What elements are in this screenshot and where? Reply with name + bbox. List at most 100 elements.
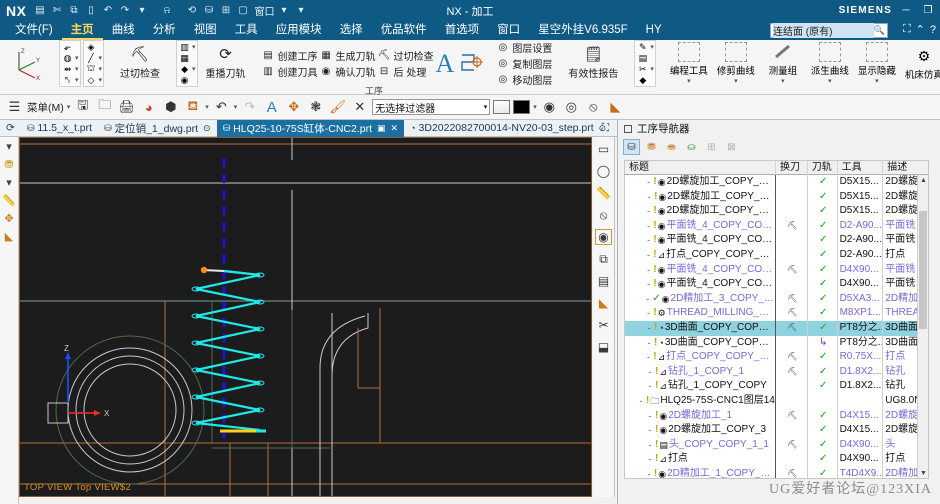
caret-icon[interactable]: ▾ (205, 103, 209, 111)
menu-item-tools[interactable]: 工具 (226, 21, 267, 40)
caret-icon[interactable]: ▾ (75, 76, 79, 84)
tree-row-title-cell[interactable]: -!⊿钻孔_1_COPY_COPY (625, 379, 776, 394)
annotation-icon[interactable]: A (262, 98, 281, 117)
tree-row-title-cell[interactable]: -!◔3D曲面_COPY_COPY_... (625, 336, 776, 351)
search-icon[interactable]: 🔍 (874, 25, 885, 36)
caret-down-icon[interactable]: ▾ (1, 175, 17, 190)
delete-object-icon[interactable]: ⊠ (723, 139, 740, 155)
expander-icon[interactable]: - (645, 190, 653, 205)
close-icon[interactable]: ✕ (391, 123, 399, 134)
select-filter-dropdown[interactable]: 无选择过滤器 ▾ (372, 99, 490, 115)
save-icon[interactable]: 🖫 (73, 98, 92, 117)
expander-icon[interactable]: - (645, 467, 653, 479)
tree-body[interactable]: -!◉2D螺旋加工_COPY_CO...✓D5X15...2D螺旋⌃-!◉2D螺… (624, 175, 929, 479)
tree-row[interactable]: -!⊿钻孔_1_COPY_COPY✓D1.8X2...钻孔 (625, 379, 928, 394)
program-order-view-icon[interactable]: ⛁ (623, 139, 640, 155)
expander-icon[interactable]: - (645, 248, 652, 263)
expander-icon[interactable]: - (645, 175, 653, 190)
tree-row-title-cell[interactable]: -!⊿打点 (625, 452, 776, 467)
caret-icon[interactable]: ▾ (75, 54, 79, 62)
color-swatch[interactable] (513, 100, 530, 114)
create-operation-button[interactable]: ▤ 创建工序 (262, 48, 318, 63)
replay-icon-stack[interactable]: ▥▾ ▦ ◆▾ ◉ (176, 40, 198, 87)
measure-icon[interactable]: 📏 (1, 193, 17, 208)
diamond-icon[interactable]: ◆ (636, 75, 649, 85)
move-object-icon[interactable]: ✥ (1, 211, 17, 226)
expander-icon[interactable]: - (645, 263, 652, 278)
caret-icon[interactable]: ▾ (650, 43, 654, 51)
annotation-icon[interactable]: A (436, 50, 455, 78)
menu-item-view[interactable]: 视图 (185, 21, 226, 40)
tree-row[interactable]: -!◉2D螺旋加工_1⛏✓D4X15...2D螺旋 (625, 409, 928, 424)
tree-row-title-cell[interactable]: -!◉平面铣_4_COPY_COPY... (625, 277, 776, 292)
edit-pen-icon[interactable]: ✎ (636, 42, 649, 52)
tree-row[interactable]: -!🗀HLQ25-75S-CNC1图层14UG8.0N (625, 394, 928, 409)
quick-access-caret-icon[interactable]: ▾ (134, 3, 149, 18)
chevron-down-icon[interactable]: ▾ (781, 77, 785, 85)
color-caret-icon[interactable]: ▾ (533, 103, 537, 111)
undo-icon[interactable]: ↶ (212, 98, 231, 117)
tree-row[interactable]: -!◉2D螺旋加工_COPY_CO...✓D5X15...2D螺旋⌃ (625, 175, 928, 190)
tree-row-title-cell[interactable]: -!◉2D螺旋加工_COPY_3 (625, 423, 776, 438)
expander-icon[interactable]: - (645, 233, 652, 248)
journal-icon[interactable]: ⛁ (201, 3, 216, 18)
tree-row[interactable]: -!◉2D螺旋加工_COPY_1_...✓D5X15...2D螺旋 (625, 190, 928, 205)
copy-layer-button[interactable]: ◎ 复制图层 (496, 56, 552, 71)
tree-row-title-cell[interactable]: -!◉2D螺旋加工_COPY_CO... (625, 175, 776, 190)
chevron-down-icon[interactable]: ▾ (687, 77, 691, 85)
tree-row-title-cell[interactable]: -✓◉2D精加工_3_COPY_CO... (625, 292, 776, 307)
add-object-icon[interactable]: ⊞ (703, 139, 720, 155)
layer-settings-button[interactable]: ◎ 图层设置 (496, 40, 552, 55)
scissors-icon[interactable]: ✂ (595, 317, 612, 333)
misc-icon-stack[interactable]: ✎▾ ▤ ✂▾ ◆ (634, 40, 656, 87)
move-face-icon[interactable]: ◣ (606, 98, 625, 117)
collapse-ribbon-icon[interactable]: ⌃ (916, 23, 925, 36)
tree-row[interactable]: -!◉平面铣_4_COPY_COPY...✓D4X90...平面铣 (625, 277, 928, 292)
tree-row[interactable]: -!◔3D曲面_COPY_COPY_...⛏✓PT8分之...3D曲面 (625, 321, 928, 336)
menu-item-preferences[interactable]: 首选项 (436, 21, 489, 40)
expander-icon[interactable]: - (645, 219, 652, 234)
face-select-icon[interactable]: ◣ (1, 229, 17, 244)
generate-toolpath-button[interactable]: ▦ 生成刀轨 (320, 48, 376, 63)
document-tab-3-active[interactable]: ⛁ HLQ25-10-75S缸体-CNC2.prt ▣ ✕ (217, 120, 405, 137)
scroll-thumb[interactable] (919, 211, 927, 329)
window-tile-icon[interactable]: ⊞ (218, 3, 233, 18)
tree-row-title-cell[interactable]: -!◉2D螺旋加工_1 (625, 409, 776, 424)
redo-icon[interactable]: ↷ (240, 98, 259, 117)
part-navigator-icon[interactable]: ⛃ (1, 157, 17, 172)
menu-item-analysis[interactable]: 分析 (144, 21, 185, 40)
column-header-toolpath[interactable]: 刀轨 (808, 160, 838, 175)
wcs-display-icon[interactable]: ◉ (540, 98, 559, 117)
tree-row-title-cell[interactable]: -!◉平面铣_4_COPY_COPY... (625, 263, 776, 278)
line-icon[interactable]: ╱ (85, 53, 98, 63)
expander-icon[interactable]: - (645, 336, 653, 351)
machine-simulation-button[interactable]: ⚙ 机床仿真 (901, 46, 940, 81)
scroll-up-icon[interactable]: ▲ (918, 175, 929, 186)
validity-report-button[interactable]: 🗒 有效性报告 (562, 41, 624, 86)
menu-item-curve[interactable]: 曲线 (103, 21, 144, 40)
document-tab-2[interactable]: ⛁ 定位销_1_dwg.prt ⊙ (98, 120, 217, 137)
caret-up-icon[interactable]: ▾ (1, 139, 17, 154)
menu-label[interactable]: 菜单(M) (27, 100, 64, 115)
tree-row-title-cell[interactable]: -!⊿钻孔_1_COPY_1 (625, 365, 776, 380)
tree-row-title-cell[interactable]: -!◉2D精加工_1_COPY_1_... (625, 467, 776, 479)
geometry-icon-stack-b[interactable]: ◈ ╱▾ ⛫▾ ◇▾ (83, 40, 105, 87)
layer-swatch[interactable] (493, 100, 510, 114)
extrude-icon[interactable]: ⇴ (61, 64, 74, 74)
menu-item-youpin[interactable]: 优品软件 (372, 21, 436, 40)
expander-icon[interactable]: - (637, 394, 645, 409)
window-menu-label[interactable]: 窗口 (252, 3, 274, 18)
programming-tools-button[interactable]: 编程工具 ▾ (666, 42, 712, 85)
column-header-title[interactable]: 标题 (625, 160, 776, 175)
menu-item-hy[interactable]: HY (637, 21, 671, 40)
menu-item-window[interactable]: 窗口 (488, 21, 529, 40)
graphics-viewport[interactable]: X Z (19, 137, 592, 497)
tree-row[interactable]: -!⊿打点✓D4X90...打点 (625, 452, 928, 467)
assembly-icon[interactable]: ❃ (306, 98, 325, 117)
expander-icon[interactable]: - (646, 379, 654, 394)
redo-small-icon[interactable]: ↷ (117, 3, 132, 18)
cut-icon[interactable]: ✄ (49, 3, 64, 18)
geometry-icon-stack-a[interactable]: ⬐ ◍▾ ⇴▾ ⤣▾ (59, 40, 81, 87)
menu-item-select[interactable]: 选择 (331, 21, 372, 40)
expander-icon[interactable]: - (645, 204, 653, 219)
